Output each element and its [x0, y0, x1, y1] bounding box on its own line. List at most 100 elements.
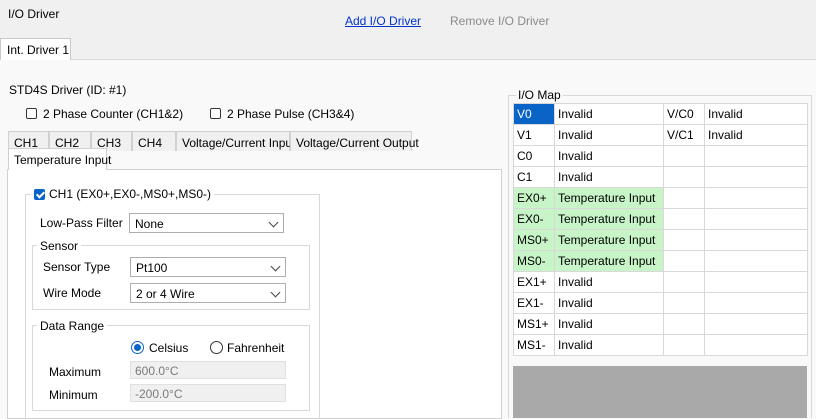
- io-map-row[interactable]: V0 Invalid V/C0 Invalid: [513, 103, 808, 125]
- io-value-cell[interactable]: Invalid: [554, 145, 664, 167]
- data-range-title: Data Range: [37, 319, 108, 333]
- celsius-label: Celsius: [149, 341, 189, 355]
- io-pin2-cell[interactable]: V/C0: [663, 103, 705, 125]
- io-map-empty-area: [513, 366, 807, 418]
- io-value2-cell[interactable]: [704, 208, 808, 230]
- minimum-label: Minimum: [49, 388, 98, 402]
- maximum-label: Maximum: [49, 365, 102, 379]
- io-pin-cell[interactable]: EX1-: [513, 292, 555, 314]
- io-value-cell[interactable]: Invalid: [554, 271, 664, 293]
- io-pin2-cell[interactable]: [663, 313, 705, 335]
- driver-title: STD4S Driver (ID: #1): [9, 83, 127, 97]
- io-pin2-cell[interactable]: [663, 292, 705, 314]
- tab-int-driver-1[interactable]: Int. Driver 1: [0, 38, 71, 60]
- tab-temperature-input[interactable]: Temperature Input: [8, 148, 111, 170]
- minimum-field: -200.0°C: [130, 384, 286, 402]
- io-pin-cell[interactable]: C1: [513, 166, 555, 188]
- io-pin-cell[interactable]: MS0+: [513, 229, 555, 251]
- io-map-row[interactable]: MS0- Temperature Input: [513, 250, 808, 272]
- io-map-row[interactable]: EX1- Invalid: [513, 292, 808, 314]
- remove-io-driver-link[interactable]: Remove I/O Driver: [450, 14, 549, 28]
- lowpass-label: Low-Pass Filter: [40, 216, 123, 230]
- io-value2-cell[interactable]: [704, 271, 808, 293]
- io-pin-cell[interactable]: V1: [513, 124, 555, 146]
- fahrenheit-radio-dot[interactable]: [210, 341, 223, 354]
- io-pin2-cell[interactable]: [663, 145, 705, 167]
- phase-counter-label: 2 Phase Counter (CH1&2): [43, 107, 184, 121]
- io-value2-cell[interactable]: [704, 187, 808, 209]
- io-value2-cell[interactable]: [704, 250, 808, 272]
- sensor-title: Sensor: [37, 239, 82, 253]
- io-value-cell[interactable]: Invalid: [554, 292, 664, 314]
- io-pin2-cell[interactable]: [663, 166, 705, 188]
- wire-mode-value: 2 or 4 Wire: [136, 287, 195, 301]
- io-pin2-cell[interactable]: [663, 208, 705, 230]
- io-map-title: I/O Map: [516, 88, 563, 102]
- io-value2-cell[interactable]: [704, 145, 808, 167]
- io-pin2-cell[interactable]: [663, 250, 705, 272]
- io-map-row[interactable]: C0 Invalid: [513, 145, 808, 167]
- io-pin2-cell[interactable]: V/C1: [663, 124, 705, 146]
- chevron-down-icon: [268, 217, 279, 228]
- ch1-label: CH1 (EX0+,EX0-,MS0+,MS0-): [49, 187, 212, 201]
- io-map-table: V0 Invalid V/C0 Invalid V1 Invalid V/C1 Invalid…: [513, 103, 808, 356]
- wire-mode-select[interactable]: 2 or 4 Wire: [130, 283, 286, 303]
- io-map-row[interactable]: C1 Invalid: [513, 166, 808, 188]
- io-value2-cell[interactable]: [704, 229, 808, 251]
- io-map-row[interactable]: V1 Invalid V/C1 Invalid: [513, 124, 808, 146]
- io-value-cell[interactable]: Invalid: [554, 166, 664, 188]
- sensor-type-label: Sensor Type: [43, 260, 111, 274]
- tab-voltage-current-output[interactable]: Voltage/Current Output: [290, 131, 419, 151]
- chevron-down-icon: [270, 261, 281, 272]
- phase-pulse-label: 2 Phase Pulse (CH3&4): [227, 107, 355, 121]
- io-value2-cell[interactable]: Invalid: [704, 124, 808, 146]
- io-value-cell[interactable]: Invalid: [554, 124, 664, 146]
- window-title: I/O Driver: [8, 7, 60, 21]
- io-value-cell[interactable]: Temperature Input: [554, 208, 664, 230]
- io-map-row[interactable]: MS1+ Invalid: [513, 313, 808, 335]
- io-value2-cell[interactable]: [704, 292, 808, 314]
- ch1-check-icon[interactable]: [34, 189, 45, 200]
- io-pin-cell[interactable]: EX0-: [513, 208, 555, 230]
- io-value-cell[interactable]: Temperature Input: [554, 229, 664, 251]
- io-pin-cell[interactable]: V0: [513, 103, 555, 125]
- io-pin2-cell[interactable]: [663, 271, 705, 293]
- io-pin-cell[interactable]: EX0+: [513, 187, 555, 209]
- io-value-cell[interactable]: Invalid: [554, 334, 664, 356]
- io-value-cell[interactable]: Invalid: [554, 103, 664, 125]
- io-map-row[interactable]: EX1+ Invalid: [513, 271, 808, 293]
- io-pin2-cell[interactable]: [663, 187, 705, 209]
- ch1-checkbox[interactable]: CH1 (EX0+,EX0-,MS0+,MS0-): [31, 187, 215, 201]
- io-pin-cell[interactable]: C0: [513, 145, 555, 167]
- io-pin2-cell[interactable]: [663, 229, 705, 251]
- wire-mode-label: Wire Mode: [43, 286, 102, 300]
- phase-counter-box[interactable]: [26, 108, 37, 119]
- maximum-field: 600.0°C: [130, 361, 286, 379]
- tab-voltage-current-input[interactable]: Voltage/Current Input: [176, 131, 295, 151]
- io-value2-cell[interactable]: Invalid: [704, 103, 808, 125]
- io-pin-cell[interactable]: MS1+: [513, 313, 555, 335]
- io-map-row[interactable]: EX0+ Temperature Input: [513, 187, 808, 209]
- lowpass-select[interactable]: None: [129, 213, 284, 233]
- io-value-cell[interactable]: Temperature Input: [554, 250, 664, 272]
- io-map-row[interactable]: MS1- Invalid: [513, 334, 808, 356]
- io-pin-cell[interactable]: MS0-: [513, 250, 555, 272]
- add-io-driver-link[interactable]: Add I/O Driver: [345, 14, 421, 28]
- sensor-type-select[interactable]: Pt100: [130, 257, 286, 277]
- io-value2-cell[interactable]: [704, 166, 808, 188]
- tab-ch4[interactable]: CH4: [132, 131, 176, 151]
- phase-pulse-box[interactable]: [210, 108, 221, 119]
- chevron-down-icon: [270, 287, 281, 298]
- io-map-row[interactable]: MS0+ Temperature Input: [513, 229, 808, 251]
- io-pin-cell[interactable]: EX1+: [513, 271, 555, 293]
- sensor-type-value: Pt100: [136, 261, 168, 275]
- io-value2-cell[interactable]: [704, 313, 808, 335]
- io-pin2-cell[interactable]: [663, 334, 705, 356]
- io-value-cell[interactable]: Invalid: [554, 313, 664, 335]
- io-value2-cell[interactable]: [704, 334, 808, 356]
- io-value-cell[interactable]: Temperature Input: [554, 187, 664, 209]
- io-pin-cell[interactable]: MS1-: [513, 334, 555, 356]
- fahrenheit-label: Fahrenheit: [227, 341, 285, 355]
- celsius-radio-dot[interactable]: [131, 341, 144, 354]
- io-map-row[interactable]: EX0- Temperature Input: [513, 208, 808, 230]
